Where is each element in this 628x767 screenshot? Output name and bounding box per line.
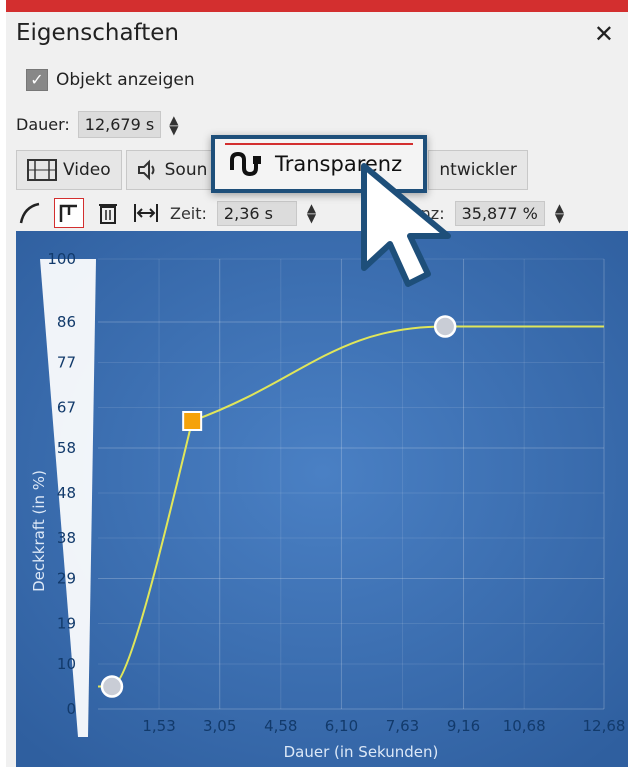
time-label: Zeit: [170, 203, 207, 223]
tab-sound-label: Soun [164, 160, 208, 180]
chart-svg[interactable]: 0 10 19 29 38 48 58 67 77 86 100 1,53 3,05 4,58 6,10 7,… [16, 231, 628, 767]
y-axis-label: Deckkraft (in %) [30, 470, 48, 592]
curve-mode-icon[interactable] [16, 199, 44, 227]
keyframe-point[interactable] [100, 675, 124, 698]
mouse-pointer-icon [356, 160, 466, 290]
x-tick-label: 9,16 [447, 717, 480, 735]
duration-input[interactable]: 12,679 s [77, 111, 162, 138]
y-tick-label: 19 [57, 615, 76, 633]
keyframe-point[interactable] [433, 315, 457, 338]
properties-panel: Eigenschaften ✕ ✓ Objekt anzeigen Dauer:… [6, 0, 628, 767]
film-icon [27, 159, 57, 181]
x-tick-label: 12,68 [583, 717, 626, 735]
stretch-horizontal-icon[interactable] [132, 199, 160, 227]
trash-icon[interactable] [94, 199, 122, 227]
x-tick-label: 3,05 [203, 717, 236, 735]
y-tick-label: 10 [57, 655, 76, 673]
show-object-row[interactable]: ✓ Objekt anzeigen [26, 69, 195, 91]
y-tick-label: 38 [57, 529, 76, 547]
transparency-curve-icon [229, 150, 263, 178]
time-input[interactable]: 2,36 s [216, 200, 297, 226]
duration-label: Dauer: [16, 115, 70, 134]
x-tick-label: 6,10 [325, 717, 358, 735]
y-tick-label: 67 [57, 399, 76, 417]
show-object-checkbox[interactable]: ✓ [26, 69, 48, 91]
show-object-label: Objekt anzeigen [56, 70, 195, 90]
step-mode-icon[interactable] [54, 198, 84, 228]
panel-title: Eigenschaften [16, 20, 179, 46]
close-icon[interactable]: ✕ [594, 20, 614, 48]
curve-toolbar: Zeit: 2,36 s ▲▼ nsparenz: 35,877 % ▲▼ [16, 196, 626, 230]
tab-video[interactable]: Video [16, 150, 122, 190]
tab-sound[interactable]: Soun [125, 150, 219, 190]
x-tick-label: 10,68 [503, 717, 546, 735]
x-tick-label: 7,63 [386, 717, 419, 735]
y-tick-label: 48 [57, 484, 76, 502]
y-tick-label: 86 [57, 313, 76, 331]
y-tick-label: 0 [66, 700, 76, 718]
time-spinner-icon[interactable]: ▲ ▼ [307, 202, 316, 224]
y-tick-label: 100 [47, 250, 76, 268]
keyframe-selected[interactable] [182, 411, 203, 431]
active-tab-indicator [225, 143, 413, 145]
x-tick-label: 4,58 [264, 717, 297, 735]
y-tick-label: 77 [57, 354, 76, 372]
duration-spinner-icon[interactable]: ▲ ▼ [169, 114, 178, 136]
duration-row: Dauer: 12,679 s ▲ ▼ [16, 111, 178, 138]
y-tick-label: 29 [57, 570, 76, 588]
tab-video-label: Video [63, 160, 111, 180]
opacity-curve-chart[interactable]: 0 10 19 29 38 48 58 67 77 86 100 1,53 3,05 4,58 6,10 7,… [16, 231, 628, 767]
x-tick-label: 1,53 [142, 717, 175, 735]
title-accent-bar [6, 0, 628, 12]
transparency-spinner-icon[interactable]: ▲ ▼ [555, 202, 564, 224]
x-axis-label: Dauer (in Sekunden) [284, 743, 439, 761]
y-tick-label: 58 [57, 439, 76, 457]
speaker-icon [137, 159, 159, 181]
transparency-input[interactable]: 35,877 % [454, 200, 545, 226]
